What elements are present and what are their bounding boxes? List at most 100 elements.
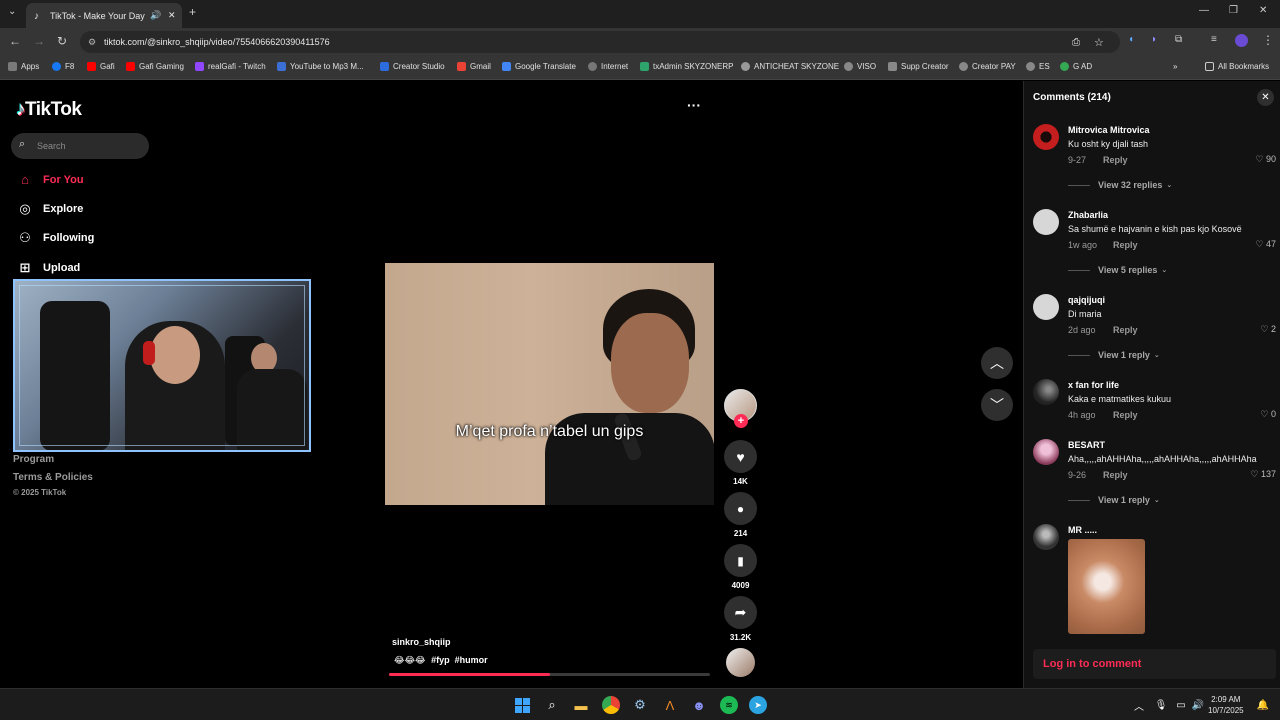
bookmarks-overflow-icon[interactable]: » (1173, 62, 1177, 71)
discord-icon[interactable]: ☻ (690, 696, 708, 714)
follow-plus-icon[interactable]: + (734, 414, 748, 428)
back-icon[interactable]: ← (9, 34, 21, 48)
comment-like[interactable]: ♡ 2 (1260, 324, 1276, 335)
bookmark-gafi[interactable]: Gafi (87, 62, 115, 71)
bookmark-g-ad[interactable]: G AD (1060, 62, 1092, 71)
video-player[interactable]: M’qet profa n’tabel un gips (385, 263, 714, 505)
view-replies-button[interactable]: View 5 replies ⌄ (1068, 265, 1167, 275)
file-explorer-icon[interactable]: ▬ (572, 696, 590, 714)
bookmark-supp-creator[interactable]: Supp Creator (888, 62, 949, 71)
comment-button[interactable]: ● (724, 492, 757, 525)
nav-for-you[interactable]: ⌂ For You (16, 172, 83, 187)
spotify-icon[interactable]: ≋ (720, 696, 738, 714)
search-input[interactable]: ⌕ Search (11, 133, 149, 159)
comment-username[interactable]: x fan for life (1068, 380, 1119, 390)
bookmark-gafi-gaming[interactable]: Gafi Gaming (126, 62, 184, 71)
bookmark-creator-studio[interactable]: Creator Studio (380, 62, 445, 71)
network-icon[interactable]: ▭ (1172, 696, 1190, 714)
save-button[interactable]: ▮ (724, 544, 757, 577)
footer-terms[interactable]: Terms & Policies (13, 472, 93, 483)
all-bookmarks-button[interactable]: All Bookmarks (1205, 62, 1269, 71)
login-to-comment-button[interactable]: Log in to comment (1033, 649, 1276, 679)
comment-like[interactable]: ♡ 0 (1260, 409, 1276, 420)
reply-button[interactable]: Reply (1103, 470, 1128, 480)
telegram-icon[interactable]: ➤ (749, 696, 767, 714)
tab-search-icon[interactable]: ⌄ (8, 6, 16, 17)
extensions-puzzle-icon[interactable]: ⧉ (1175, 34, 1182, 45)
chrome-icon[interactable] (602, 696, 620, 714)
avatar[interactable] (1033, 209, 1059, 235)
avatar[interactable] (1033, 294, 1059, 320)
bookmark-internet[interactable]: Internet (588, 62, 628, 71)
profile-avatar[interactable] (1235, 34, 1248, 47)
comment-username[interactable]: Zhabarlia (1068, 210, 1108, 220)
extension-2-icon[interactable]: ◗ (1151, 34, 1157, 45)
comment-username[interactable]: BESART (1068, 440, 1105, 450)
comment-like[interactable]: ♡ 137 (1250, 469, 1276, 480)
share-button[interactable]: ➦ (724, 596, 757, 629)
reply-button[interactable]: Reply (1113, 240, 1138, 250)
bookmark-star-icon[interactable]: ☆ (1094, 36, 1104, 49)
bookmark-apps[interactable]: Apps (8, 62, 39, 71)
video-author[interactable]: sinkro_shqiip (392, 637, 451, 647)
bookmark-realgafi-twitch[interactable]: realGafi - Twitch (195, 62, 266, 71)
video-progress-track[interactable] (389, 673, 710, 676)
more-options-icon[interactable]: ··· (687, 97, 701, 113)
nav-explore[interactable]: ◎ Explore (16, 201, 83, 217)
comment-username[interactable]: Mitrovica Mitrovica (1068, 125, 1150, 135)
bookmark-anticheat[interactable]: ANTICHEAT SKYZONE (741, 62, 839, 71)
sound-disc-avatar[interactable] (726, 648, 755, 677)
install-icon[interactable]: ⎙ (1072, 37, 1080, 48)
new-tab-icon[interactable]: + (189, 5, 196, 19)
bookmark-es[interactable]: ES (1026, 62, 1050, 71)
comment-image[interactable] (1068, 539, 1145, 634)
site-info-icon[interactable]: ⚙ (88, 37, 96, 48)
tray-chevron-icon[interactable]: ︿ (1130, 696, 1148, 714)
app-a-icon[interactable]: Λ (661, 696, 679, 714)
volume-icon[interactable]: 🔊 (1189, 696, 1207, 714)
tab-close-icon[interactable]: ✕ (168, 10, 176, 21)
avatar[interactable] (1033, 439, 1059, 465)
bookmark-viso[interactable]: VISO (844, 62, 876, 71)
comment-username[interactable]: MR ..... (1068, 525, 1097, 535)
system-clock[interactable]: 2:09 AM 10/7/2025 (1208, 694, 1244, 716)
reply-button[interactable]: Reply (1113, 325, 1138, 335)
comment-username[interactable]: qajqijuqi (1068, 295, 1105, 305)
reading-list-icon[interactable]: ≡ (1211, 34, 1217, 45)
hashtags[interactable]: #fyp #humor (431, 655, 488, 665)
comment-like[interactable]: ♡ 90 (1255, 154, 1276, 165)
nav-upload[interactable]: ⊞ Upload (16, 260, 81, 276)
like-button[interactable]: ♥ (724, 440, 757, 473)
bookmark-txadmin[interactable]: txAdmin SKYZONERP (640, 62, 733, 71)
window-close-icon[interactable]: ✕ (1259, 5, 1267, 16)
view-replies-button[interactable]: View 1 reply ⌄ (1068, 350, 1160, 360)
browser-tab[interactable]: ♪ TikTok - Make Your Day 🔊 ✕ (26, 3, 182, 28)
nav-following[interactable]: ⚇ Following (16, 230, 94, 246)
minimize-icon[interactable]: — (1199, 5, 1209, 16)
microphone-icon[interactable]: 🎙 (1152, 696, 1170, 714)
taskbar-search-icon[interactable]: ⌕ (543, 696, 561, 714)
reply-button[interactable]: Reply (1113, 410, 1138, 420)
bookmark-gmail[interactable]: Gmail (457, 62, 491, 71)
close-comments-button[interactable]: ✕ (1257, 89, 1274, 106)
previous-video-button[interactable]: ︿ (981, 347, 1013, 379)
browser-menu-icon[interactable]: ⋮ (1262, 33, 1274, 47)
view-replies-button[interactable]: View 1 reply ⌄ (1068, 495, 1160, 505)
url-field[interactable]: ⚙ tiktok.com/@sinkro_shqiip/video/755406… (80, 31, 1120, 53)
tab-audio-icon[interactable]: 🔊 (150, 10, 161, 21)
next-video-button[interactable]: ﹀ (981, 389, 1013, 421)
steam-icon[interactable]: ⚙ (631, 696, 649, 714)
bookmark-creator-pay[interactable]: Creator PAY (959, 62, 1016, 71)
forward-icon[interactable]: → (33, 34, 45, 48)
extension-1-icon[interactable]: ◖ (1128, 34, 1134, 45)
footer-program[interactable]: Program (13, 454, 54, 465)
comment-like[interactable]: ♡ 47 (1255, 239, 1276, 250)
windows-start-icon[interactable] (513, 696, 531, 714)
avatar[interactable] (1033, 124, 1059, 150)
view-replies-button[interactable]: View 32 replies ⌄ (1068, 180, 1172, 190)
notifications-icon[interactable]: 🔔 (1254, 696, 1272, 714)
avatar[interactable] (1033, 524, 1059, 550)
avatar[interactable] (1033, 379, 1059, 405)
bookmark-youtube-mp3[interactable]: YouTube to Mp3 M... (277, 62, 364, 71)
bookmark-google-translate[interactable]: Google Translate (502, 62, 576, 71)
